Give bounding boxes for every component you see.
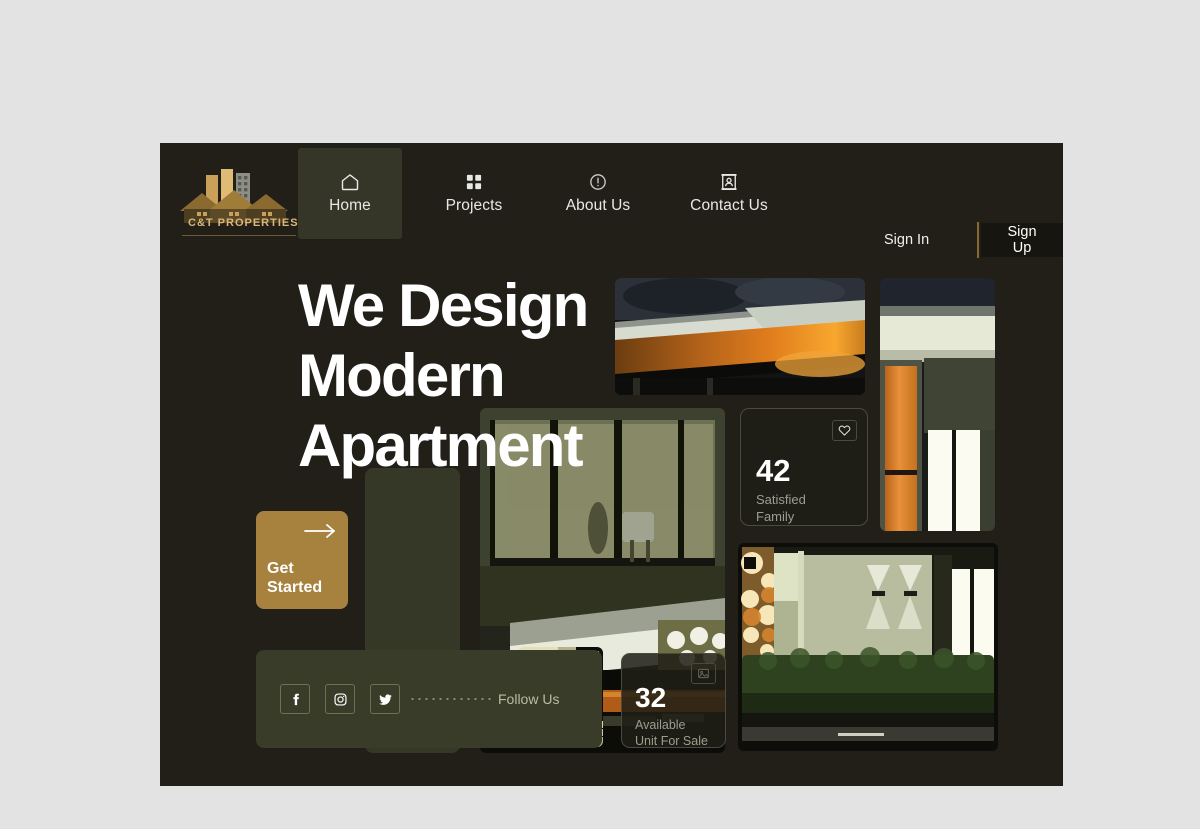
follow-us-bar: Follow Us (256, 650, 602, 748)
photo-night-facade-wall-lights (738, 543, 998, 751)
favorite-button[interactable] (832, 420, 857, 441)
landing-page-canvas: C&T PROPERTIES Home Projects About Us Co… (160, 143, 1063, 786)
stat-value-satisfied: 42 (756, 453, 791, 488)
get-started-button[interactable]: Get Started (256, 511, 348, 609)
nav-item-about-us[interactable]: About Us (546, 157, 650, 229)
twitter-icon (378, 693, 392, 705)
stat-card-available-units: 32 Available Unit For Sale (621, 653, 726, 748)
photo-night-soffit (615, 278, 865, 395)
heart-icon (838, 425, 851, 436)
brand-logo[interactable]: C&T PROPERTIES (178, 165, 300, 243)
contact-card-icon (721, 173, 737, 190)
nav-label-about-us: About Us (565, 196, 631, 214)
social-link-twitter[interactable] (370, 684, 400, 714)
stat-caption-available: Available Unit For Sale (635, 717, 708, 749)
stat-value-available: 32 (635, 682, 667, 713)
arrow-right-icon (304, 524, 335, 538)
nav-item-projects[interactable]: Projects (422, 157, 526, 229)
facebook-icon (292, 693, 299, 705)
sign-in-button[interactable]: Sign In (870, 223, 943, 257)
nav-label-contact-us: Contact Us (690, 196, 768, 214)
grid-icon (466, 174, 482, 189)
sign-up-button[interactable]: Sign Up (981, 223, 1063, 257)
get-started-line-2: Started (267, 578, 323, 596)
nav-label-home: Home (329, 197, 371, 214)
gallery-button[interactable] (691, 663, 716, 684)
home-icon (341, 174, 359, 191)
stat-caption-available-line-1: Available (635, 718, 686, 732)
auth-divider (977, 222, 979, 258)
get-started-label: Get Started (267, 560, 322, 597)
nav-item-home[interactable]: Home (298, 148, 402, 239)
stat-caption-available-line-2: Unit For Sale (635, 734, 708, 748)
stat-caption-satisfied-line-1: Satisfied (756, 492, 806, 507)
brand-name: C&T PROPERTIES (188, 217, 299, 229)
social-link-instagram[interactable] (325, 684, 355, 714)
stat-caption-satisfied: Satisfied Family (756, 492, 806, 525)
follow-us-label: Follow Us (498, 691, 560, 707)
screenshot-stage: C&T PROPERTIES Home Projects About Us Co… (0, 0, 1200, 829)
stat-caption-satisfied-line-2: Family (756, 508, 795, 524)
social-link-facebook[interactable] (280, 684, 310, 714)
stat-card-satisfied-family: 42 Satisfied Family (740, 408, 868, 526)
follow-dotted-line (409, 698, 491, 700)
info-circle-icon (590, 173, 606, 190)
image-frame-icon (698, 668, 709, 679)
instagram-icon (333, 692, 347, 706)
buildings-houses-logo-icon (180, 169, 296, 236)
nav-item-contact-us[interactable]: Contact Us (670, 157, 788, 229)
nav-label-projects: Projects (445, 196, 503, 214)
get-started-line-1: Get (267, 560, 294, 578)
photo-wooden-door-entry (880, 278, 995, 531)
